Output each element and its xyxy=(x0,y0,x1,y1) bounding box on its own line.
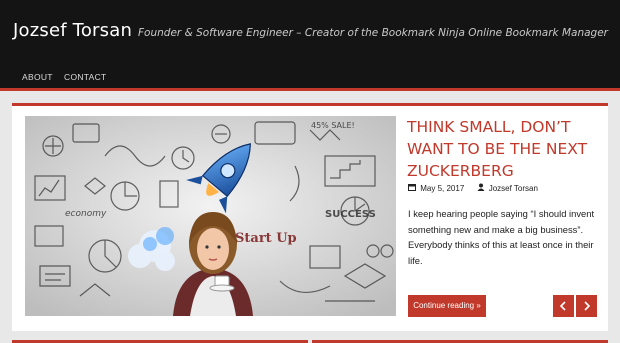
site-header: Jozsef Torsan Founder & Software Enginee… xyxy=(0,0,620,90)
hero-economy-text: economy xyxy=(65,209,107,219)
nav-item-contact[interactable]: CONTACT xyxy=(64,72,107,82)
nav-item-about[interactable]: ABOUT xyxy=(22,72,53,82)
hero-startup-text: Start Up xyxy=(235,231,297,246)
site-tagline: Founder & Software Engineer – Creator of… xyxy=(138,27,608,39)
post-title[interactable]: THINK SMALL, DON’T WANT TO BE THE NEXT Z… xyxy=(407,116,602,182)
site-title[interactable]: Jozsef Torsan xyxy=(13,20,132,41)
post-excerpt: I keep hearing people saying “I should i… xyxy=(408,208,595,266)
post-meta: May 5, 2017 Jozsef Torsan xyxy=(408,183,538,193)
post-date[interactable]: May 5, 2017 xyxy=(420,184,464,193)
slider-next-button[interactable] xyxy=(576,295,597,317)
hero-illustration: economy 45% SALE! SUCCESS Start Up xyxy=(25,116,396,316)
chevron-left-icon xyxy=(559,301,566,311)
hero-success-text: SUCCESS xyxy=(325,209,376,220)
continue-reading-button[interactable]: Continue reading » xyxy=(408,295,486,317)
chevron-right-icon xyxy=(584,301,591,311)
user-icon xyxy=(477,183,485,193)
featured-post-image[interactable]: economy 45% SALE! SUCCESS Start Up xyxy=(25,116,396,316)
slider-prev-button[interactable] xyxy=(553,295,574,317)
calendar-icon xyxy=(408,183,416,193)
card-accent-bar xyxy=(12,103,608,106)
post-author[interactable]: Jozsef Torsan xyxy=(489,184,538,193)
hero-sale-text: 45% SALE! xyxy=(311,121,355,130)
header-accent-bar xyxy=(0,88,620,91)
